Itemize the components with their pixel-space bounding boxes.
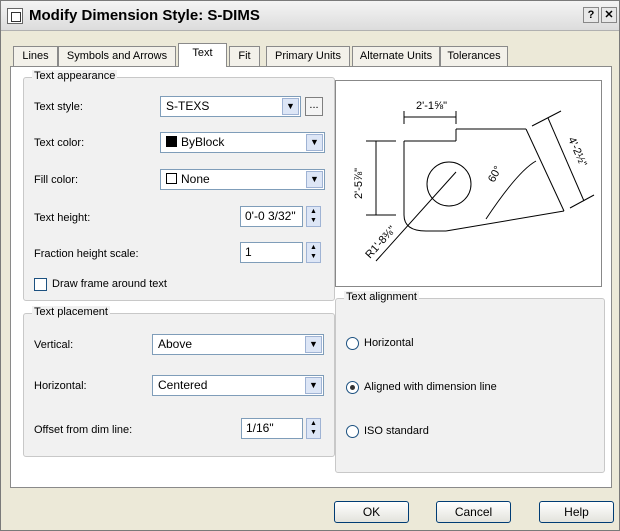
text-appearance-group: Text appearance Text style: S-TEXS ▼ ...…: [23, 70, 335, 301]
fraction-height-input[interactable]: 1: [240, 242, 303, 263]
chevron-down-icon: ▼: [306, 171, 323, 188]
text-style-value: S-TEXS: [166, 99, 210, 113]
spin-down-icon: ▼: [310, 253, 317, 260]
fill-color-label: Fill color:: [34, 174, 79, 186]
dialog-window: Modify Dimension Style: S-DIMS ? ✕ Lines…: [0, 0, 620, 531]
text-alignment-group: Text alignment Horizontal Aligned with d…: [335, 291, 605, 473]
offset-label: Offset from dim line:: [34, 424, 133, 436]
text-style-label: Text style:: [34, 101, 83, 113]
spin-down-icon: ▼: [310, 429, 317, 436]
ok-button[interactable]: OK: [334, 501, 409, 523]
alignment-horizontal-label: Horizontal: [364, 337, 414, 349]
vertical-select[interactable]: Above ▼: [152, 334, 324, 355]
byblock-color-swatch: [166, 136, 177, 147]
text-height-input[interactable]: 0'-0 3/32": [240, 206, 303, 227]
help-button[interactable]: Help: [539, 501, 614, 523]
text-placement-legend: Text placement: [32, 306, 110, 318]
text-alignment-legend: Text alignment: [344, 291, 419, 303]
preview-drawing: 2'-1⅝" 2'-5⅞" 4'-2½" 60° R1'-8⅜": [353, 100, 595, 262]
preview-dim-top: 2'-1⅝": [416, 100, 447, 112]
alignment-horizontal-radio[interactable]: [346, 337, 359, 350]
chevron-down-icon: ▼: [305, 336, 322, 353]
spin-up-icon: ▲: [310, 244, 317, 251]
tab-primary-units[interactable]: Primary Units: [266, 46, 350, 66]
chevron-down-icon: ▼: [305, 377, 322, 394]
text-color-select[interactable]: ByBlock ▼: [160, 132, 325, 153]
app-icon: [7, 8, 23, 24]
tab-alternate-units[interactable]: Alternate Units: [352, 46, 440, 66]
text-placement-group: Text placement Vertical: Above ▼ Horizon…: [23, 306, 335, 457]
fraction-height-label: Fraction height scale:: [34, 248, 139, 260]
preview-dim-left: 2'-5⅞": [353, 168, 365, 199]
tab-text[interactable]: Text: [178, 43, 227, 67]
vertical-label: Vertical:: [34, 339, 74, 351]
fill-color-value: None: [181, 172, 210, 186]
text-style-browse-button[interactable]: ...: [305, 97, 323, 116]
horizontal-select[interactable]: Centered ▼: [152, 375, 324, 396]
horizontal-value: Centered: [158, 378, 208, 392]
offset-spinner[interactable]: ▲ ▼: [306, 418, 321, 439]
cancel-button[interactable]: Cancel: [436, 501, 511, 523]
tab-tolerances[interactable]: Tolerances: [440, 46, 508, 66]
vertical-value: Above: [158, 337, 193, 351]
chevron-down-icon: ▼: [306, 134, 323, 151]
preview-dim-angle: 60°: [486, 164, 504, 184]
alignment-iso-radio[interactable]: [346, 425, 359, 438]
tab-symbols-and-arrows[interactable]: Symbols and Arrows: [58, 46, 176, 66]
draw-frame-label: Draw frame around text: [52, 278, 167, 290]
title-bar: Modify Dimension Style: S-DIMS ? ✕: [1, 1, 619, 31]
text-color-label: Text color:: [34, 137, 85, 149]
none-color-swatch: [166, 173, 177, 184]
text-color-value: ByBlock: [181, 135, 225, 149]
help-question-button[interactable]: ?: [583, 7, 599, 23]
text-style-select[interactable]: S-TEXS ▼: [160, 96, 301, 117]
fraction-height-spinner[interactable]: ▲ ▼: [306, 242, 321, 263]
close-button[interactable]: ✕: [601, 7, 617, 23]
text-height-spinner[interactable]: ▲ ▼: [306, 206, 321, 227]
spin-up-icon: ▲: [310, 208, 317, 215]
preview-dim-right: 4'-2½": [565, 135, 589, 168]
horizontal-label: Horizontal:: [34, 380, 87, 392]
fill-color-select[interactable]: None ▼: [160, 169, 325, 190]
text-appearance-legend: Text appearance: [32, 70, 118, 82]
offset-input[interactable]: 1/16": [241, 418, 303, 439]
spin-up-icon: ▲: [310, 420, 317, 427]
draw-frame-checkbox[interactable]: [34, 278, 47, 291]
alignment-aligned-label: Aligned with dimension line: [364, 381, 497, 393]
tab-fit[interactable]: Fit: [229, 46, 260, 66]
text-height-label: Text height:: [34, 212, 91, 224]
spin-down-icon: ▼: [310, 217, 317, 224]
chevron-down-icon: ▼: [282, 98, 299, 115]
alignment-iso-label: ISO standard: [364, 425, 429, 437]
dialog-title: Modify Dimension Style: S-DIMS: [29, 7, 260, 24]
dimension-preview: 2'-1⅝" 2'-5⅞" 4'-2½" 60° R1'-8⅜": [335, 80, 602, 287]
tab-lines[interactable]: Lines: [13, 46, 58, 66]
alignment-aligned-radio[interactable]: [346, 381, 359, 394]
